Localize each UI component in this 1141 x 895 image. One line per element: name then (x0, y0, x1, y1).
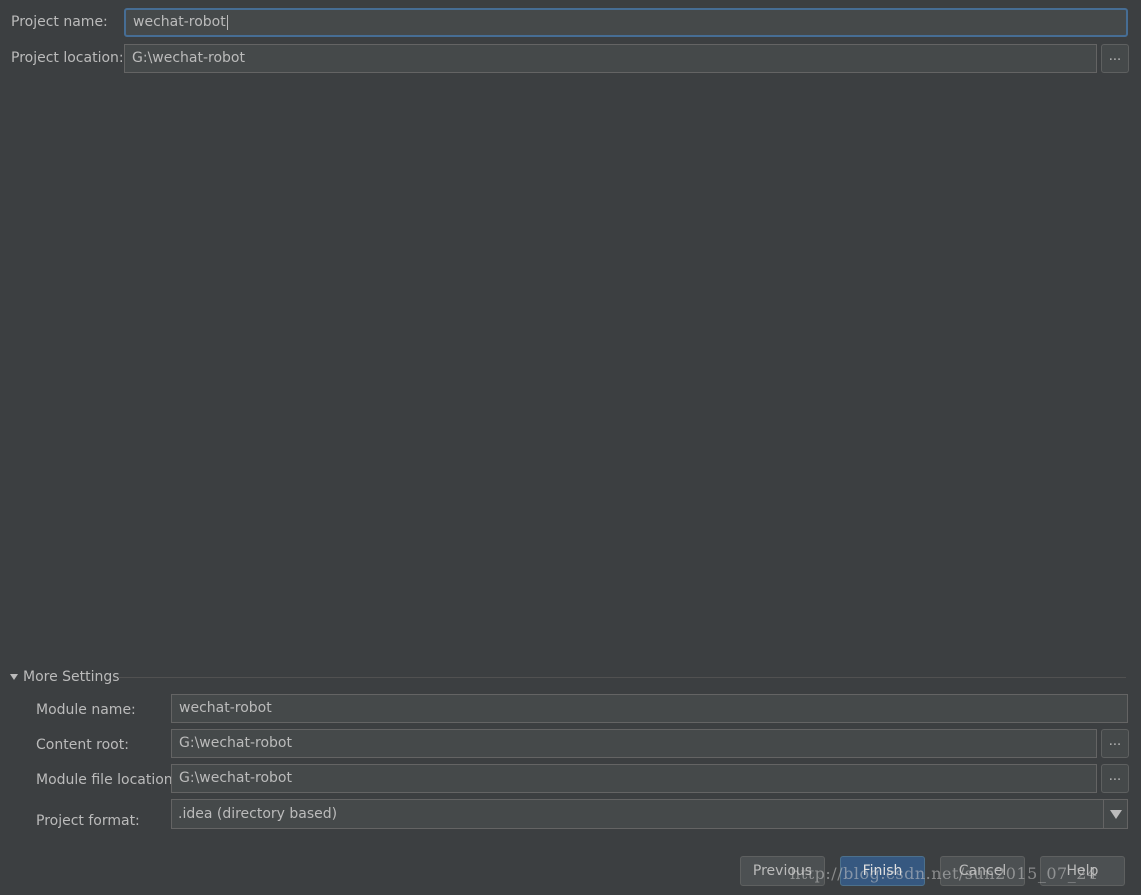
dropdown-arrow[interactable] (1103, 800, 1127, 828)
project-format-label: Project format: (36, 813, 140, 829)
content-root-browse-button[interactable]: ... (1101, 729, 1129, 758)
content-root-label: Content root: (36, 737, 129, 753)
module-name-value: wechat-robot (179, 700, 272, 716)
module-file-location-input[interactable]: G:\wechat-robot (171, 764, 1097, 793)
content-root-input[interactable]: G:\wechat-robot (171, 729, 1097, 758)
more-settings-toggle[interactable]: More Settings (10, 669, 120, 685)
module-file-location-browse-button[interactable]: ... (1101, 764, 1129, 793)
project-format-select[interactable]: .idea (directory based) (171, 799, 1128, 829)
project-location-browse-button[interactable]: ... (1101, 44, 1129, 73)
project-format-value: .idea (directory based) (178, 806, 338, 822)
module-name-label: Module name: (36, 702, 136, 718)
watermark-text: http://blog.csdn.net/sun2015_07_24 (790, 864, 1098, 883)
project-location-input[interactable]: G:\wechat-robot (124, 44, 1097, 73)
module-file-location-value: G:\wechat-robot (179, 770, 292, 786)
module-file-location-label: Module file location: (36, 772, 178, 788)
project-name-value: wechat-robot (133, 14, 226, 30)
content-root-value: G:\wechat-robot (179, 735, 292, 751)
module-name-input[interactable]: wechat-robot (171, 694, 1128, 723)
project-location-value: G:\wechat-robot (132, 50, 245, 66)
chevron-down-icon (1109, 809, 1122, 819)
project-name-label: Project name: (11, 14, 108, 30)
more-settings-title: More Settings (23, 669, 120, 685)
new-project-dialog: Project name: wechat-robot Project locat… (0, 0, 1141, 895)
project-location-label: Project location: (11, 50, 124, 66)
project-name-input[interactable]: wechat-robot (124, 8, 1128, 37)
section-divider (118, 677, 1126, 678)
expand-triangle-icon (10, 674, 18, 680)
text-caret (226, 14, 228, 30)
